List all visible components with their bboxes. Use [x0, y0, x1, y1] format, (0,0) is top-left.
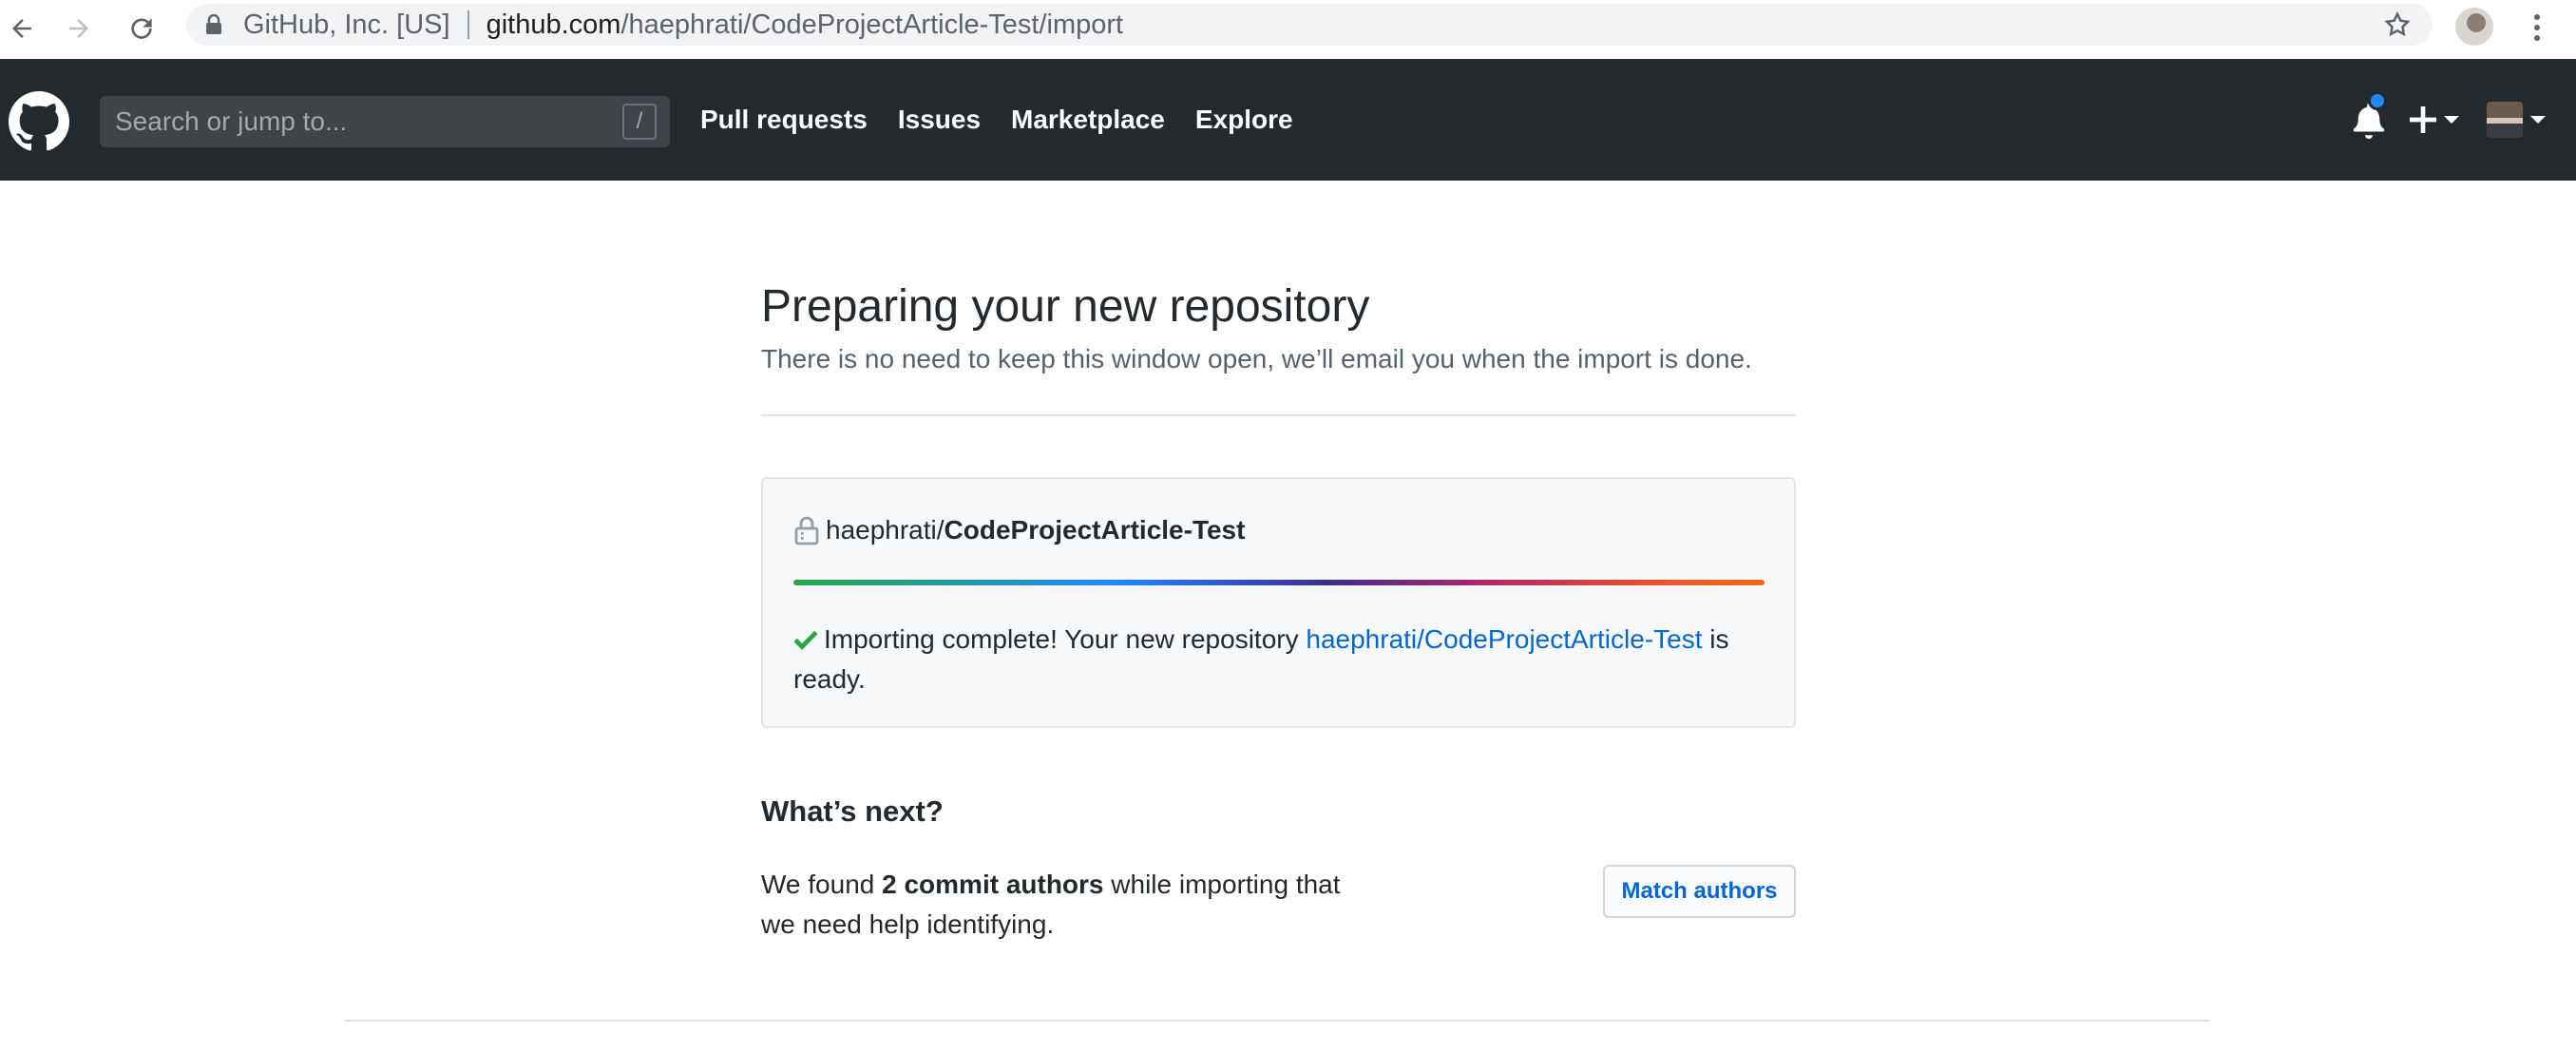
create-new-menu[interactable] — [2410, 103, 2461, 137]
omnibox-separator — [467, 10, 469, 39]
lock-icon — [205, 14, 222, 35]
header-nav: Pull requests Issues Marketplace Explore — [700, 59, 1324, 181]
user-menu[interactable] — [2487, 101, 2553, 139]
browser-profile-avatar[interactable] — [2455, 8, 2493, 46]
page-title: Preparing your new repository — [761, 281, 1370, 332]
browser-toolbar: GitHub, Inc. [US] github.com/haephrati/C… — [0, 0, 2576, 59]
nav-pull-requests[interactable]: Pull requests — [700, 105, 868, 135]
url-host: github.com — [486, 9, 621, 40]
notification-indicator — [2368, 91, 2387, 110]
reload-icon — [131, 18, 152, 39]
search-input[interactable] — [100, 96, 622, 147]
browser-menu-icon[interactable] — [2528, 6, 2547, 49]
footer-divider — [345, 1020, 2209, 1022]
github-header: / Pull requests Issues Marketplace Explo… — [0, 59, 2576, 181]
import-status-box: haephrati/CodeProjectArticle-Test Import… — [761, 477, 1796, 728]
status-prefix: Importing complete! Your new repository — [824, 624, 1307, 654]
site-search: / — [100, 96, 670, 147]
whats-next-heading: What’s next? — [761, 794, 944, 828]
nav-explore[interactable]: Explore — [1195, 105, 1293, 135]
authors-prefix: We found — [761, 870, 883, 899]
forward-button[interactable] — [57, 7, 101, 50]
import-status-message: Importing complete! Your new repository … — [793, 620, 1772, 699]
arrow-right-icon — [69, 19, 88, 38]
search-shortcut-key: / — [622, 104, 657, 140]
plus-icon — [2410, 106, 2436, 133]
address-bar[interactable]: GitHub, Inc. [US] github.com/haephrati/C… — [186, 4, 2433, 46]
repo-name: CodeProjectArticle-Test — [944, 515, 1246, 545]
arrow-left-icon — [12, 19, 31, 38]
match-authors-button[interactable]: Match authors — [1603, 865, 1796, 918]
private-repo-lock-icon — [794, 516, 819, 545]
chevron-down-icon — [2444, 116, 2459, 124]
check-icon — [793, 630, 818, 650]
nav-issues[interactable]: Issues — [898, 105, 981, 135]
import-progress-bar — [793, 580, 1765, 585]
divider — [761, 414, 1796, 416]
reload-button[interactable] — [120, 7, 163, 50]
page-subtitle: There is no need to keep this window ope… — [761, 344, 1752, 373]
new-repo-link[interactable]: haephrati/CodeProjectArticle-Test — [1306, 624, 1702, 654]
avatar — [2487, 102, 2523, 138]
nav-marketplace[interactable]: Marketplace — [1011, 105, 1165, 135]
authors-count: 2 commit authors — [882, 870, 1104, 899]
repo-owner: haephrati/ — [826, 515, 945, 545]
url-path: /haephrati/CodeProjectArticle-Test/impor… — [620, 9, 1124, 40]
repo-title: haephrati/CodeProjectArticle-Test — [793, 515, 1245, 545]
back-button[interactable] — [0, 7, 44, 50]
commit-authors-message: We found 2 commit authors while importin… — [761, 865, 1369, 945]
chevron-down-icon — [2530, 116, 2546, 124]
site-identity: GitHub, Inc. [US] — [243, 9, 450, 40]
bookmark-star-icon[interactable] — [2383, 10, 2412, 47]
github-logo-icon[interactable] — [9, 91, 69, 152]
